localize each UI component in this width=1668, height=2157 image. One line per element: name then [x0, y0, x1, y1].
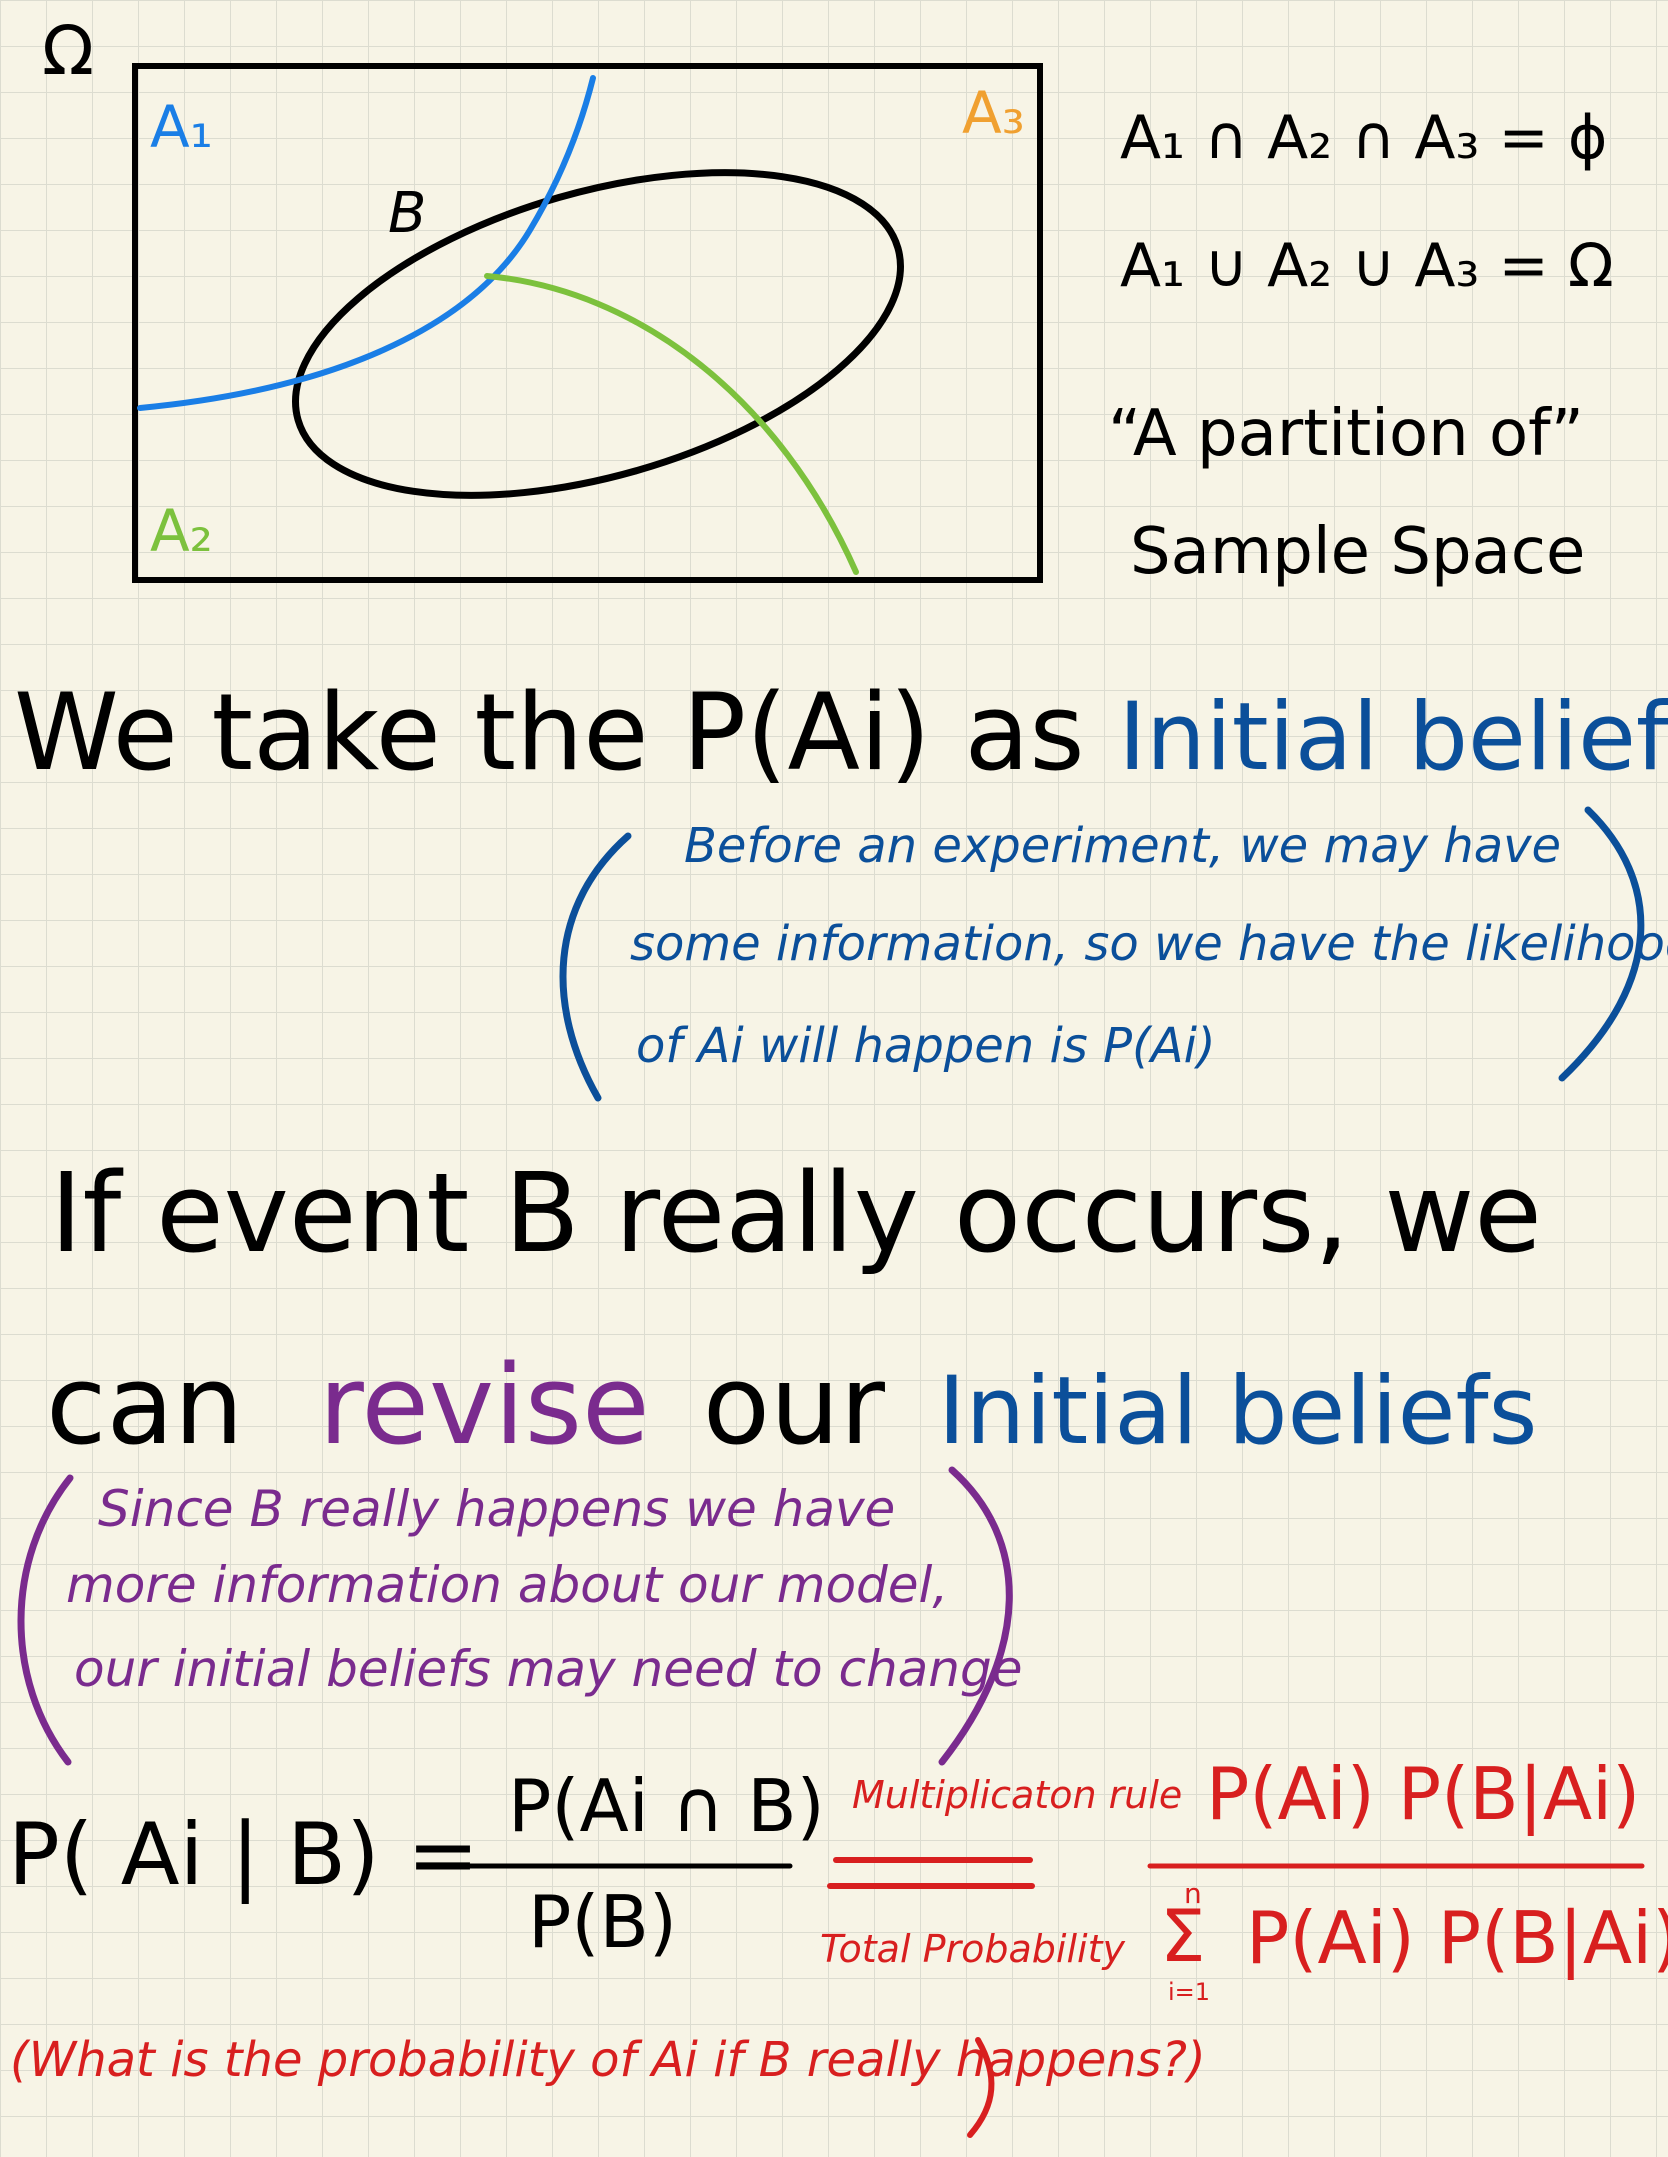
omega-label: Ω [42, 12, 94, 91]
line3-can: can [46, 1341, 244, 1469]
line3-highlight: Initial beliefs [937, 1357, 1538, 1466]
rule-bottom-label: Total Probability [820, 1927, 1125, 1971]
note2-left-paren [17, 1474, 74, 1766]
a3-label: A₃ [962, 79, 1025, 147]
note1-left-paren [559, 832, 632, 1102]
line1-highlight: Initial beliefs [1118, 683, 1668, 792]
intersection-equation: A₁ ∩ A₂ ∩ A₃ = ϕ [1120, 103, 1608, 173]
partition-line1: “A partition of” [1108, 397, 1584, 471]
partition-line2: Sample Space [1130, 515, 1586, 589]
a1-label: A₁ [150, 93, 213, 161]
a2-label: A₂ [150, 497, 213, 565]
revise-sentence: can revise our Initial beliefs [46, 1350, 1538, 1460]
union-equation: A₁ ∪ A₂ ∪ A₃ = Ω [1120, 231, 1614, 301]
note2-line3: our initial beliefs may need to change [74, 1640, 1023, 1698]
rhs-numerator: P(Ai) P(B|Ai) [1206, 1752, 1641, 1836]
line1-text: We take the P(Ai) as [14, 671, 1085, 794]
a2-a3-boundary-curve [484, 273, 859, 575]
note2-right-paren [938, 1466, 1013, 1766]
note1-line2: some information, so we have the likelih… [630, 916, 1668, 972]
note1-line1: Before an experiment, we may have [684, 818, 1562, 874]
rule-top-label: Multiplicaton rule [852, 1773, 1183, 1817]
event-b-ellipse [292, 169, 904, 499]
formula-numerator: P(Ai ∩ B) [508, 1764, 825, 1848]
probability-question: (What is the probability of Ai if B real… [10, 2032, 1206, 2088]
sample-space-rectangle [132, 63, 1043, 583]
note2-line1: Since B really happens we have [98, 1480, 896, 1538]
note1-line3: of Ai will happen is P(Ai) [636, 1018, 1216, 1074]
b-label: B [388, 181, 427, 246]
rhs-denominator: P(Ai) P(B|Ai) [1246, 1896, 1668, 1980]
formula-lhs: P( Ai | B) = [8, 1805, 480, 1905]
line3-revise: revise [318, 1341, 650, 1469]
sum-symbol: Σ [1160, 1894, 1206, 1978]
event-b-sentence: If event B really occurs, we [50, 1149, 1542, 1277]
note2-line2: more information about our model, [66, 1556, 949, 1614]
sum-lower: i=1 [1168, 1978, 1211, 2006]
initial-beliefs-sentence: We take the P(Ai) as Initial beliefs [14, 680, 1668, 786]
line3-our: our [702, 1341, 885, 1469]
formula-denominator: P(B) [528, 1880, 677, 1964]
